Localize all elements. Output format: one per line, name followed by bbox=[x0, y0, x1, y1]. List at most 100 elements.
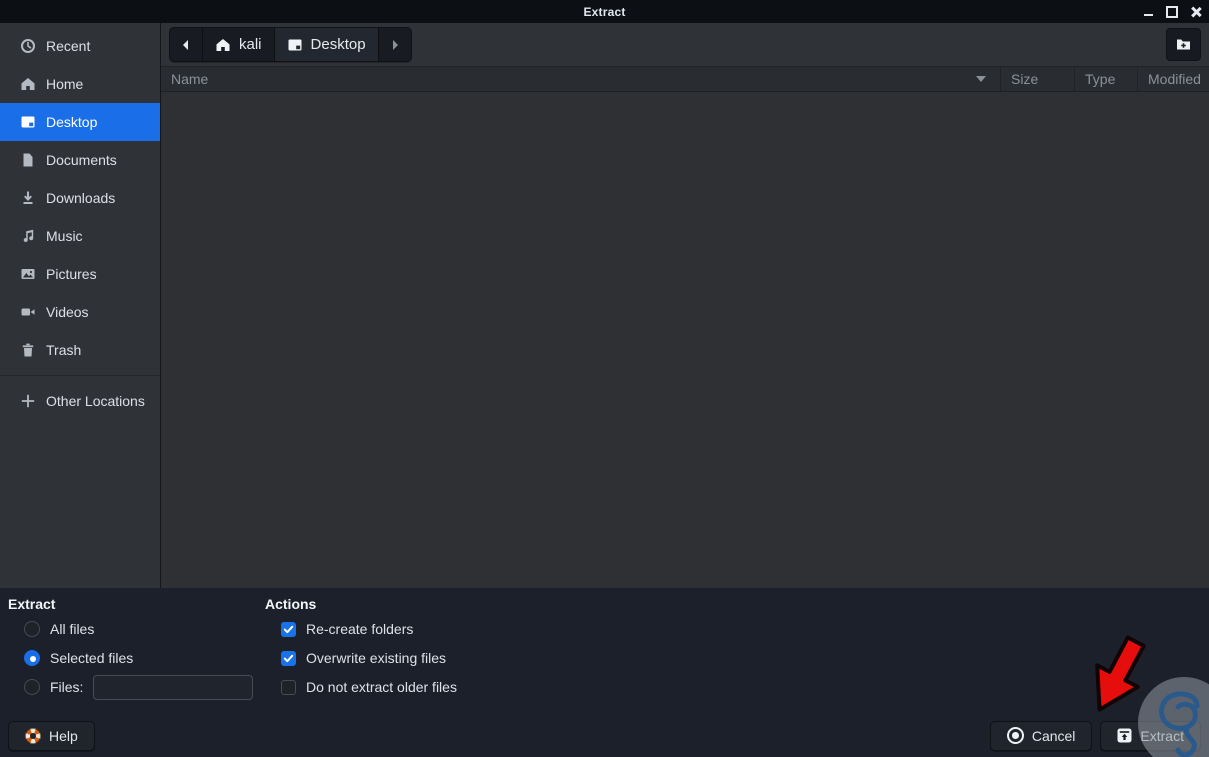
radio-label[interactable]: All files bbox=[50, 621, 94, 637]
archive-extract-icon bbox=[1117, 728, 1132, 743]
close-icon bbox=[1191, 7, 1201, 17]
titlebar[interactable]: Extract bbox=[0, 0, 1209, 23]
back-button[interactable] bbox=[170, 28, 203, 61]
sidebar-item-home[interactable]: Home bbox=[0, 65, 160, 103]
column-label: Modified bbox=[1148, 71, 1201, 87]
extract-button[interactable]: Extract bbox=[1100, 720, 1201, 751]
checkbox-overwrite-existing[interactable]: Overwrite existing files bbox=[281, 649, 457, 667]
sidebar-item-desktop[interactable]: Desktop bbox=[0, 103, 160, 141]
checkbox-label[interactable]: Overwrite existing files bbox=[306, 650, 446, 666]
window-controls bbox=[1141, 0, 1203, 23]
video-camera-icon bbox=[20, 304, 36, 320]
column-header-modified[interactable]: Modified bbox=[1137, 67, 1209, 91]
sort-descending-icon bbox=[976, 76, 986, 82]
checkbox-recreate-folders[interactable]: Re-create folders bbox=[281, 620, 457, 638]
sidebar-item-label: Videos bbox=[46, 304, 89, 320]
list-column-headers: Name Size Type Modified bbox=[161, 66, 1209, 92]
actions-group-title: Actions bbox=[265, 596, 317, 612]
folder-plus-icon bbox=[1175, 36, 1192, 53]
sidebar-item-label: Home bbox=[46, 76, 84, 92]
sidebar-item-label: Music bbox=[46, 228, 83, 244]
sidebar-item-label: Other Locations bbox=[46, 393, 145, 409]
download-icon bbox=[20, 190, 36, 206]
desktop-icon bbox=[287, 37, 303, 53]
document-icon bbox=[20, 152, 36, 168]
sidebar-item-pictures[interactable]: Pictures bbox=[0, 255, 160, 293]
sidebar-item-label: Downloads bbox=[46, 190, 116, 206]
file-list-area[interactable] bbox=[161, 92, 1209, 588]
cancel-button-label: Cancel bbox=[1031, 727, 1076, 744]
checkbox-checked[interactable] bbox=[281, 621, 296, 637]
extract-group-title: Extract bbox=[8, 596, 56, 612]
sidebar-item-other-locations[interactable]: Other Locations bbox=[0, 382, 160, 420]
clock-icon bbox=[20, 38, 36, 54]
breadcrumb-home-kali[interactable]: kali bbox=[203, 28, 275, 61]
extract-options-panel: Extract All files Selected files Files: … bbox=[0, 588, 1209, 714]
home-icon bbox=[20, 76, 36, 92]
minimize-icon bbox=[1143, 13, 1153, 16]
extract-button-label: Extract bbox=[1140, 727, 1184, 744]
radio-selected-files[interactable]: Selected files bbox=[24, 649, 265, 667]
home-icon bbox=[215, 37, 231, 53]
column-header-name[interactable]: Name bbox=[161, 67, 1000, 91]
breadcrumb-label: Desktop bbox=[310, 36, 366, 53]
radio-all-files[interactable]: All files bbox=[24, 620, 265, 638]
close-button[interactable] bbox=[1189, 5, 1203, 19]
trash-icon bbox=[20, 342, 36, 358]
extract-group: Extract All files Selected files Files: bbox=[8, 596, 265, 714]
radio-files[interactable]: Files: bbox=[24, 674, 265, 700]
radio-button-selected[interactable] bbox=[24, 650, 40, 666]
checkbox-no-extract-older[interactable]: Do not extract older files bbox=[281, 678, 457, 696]
column-header-type[interactable]: Type bbox=[1074, 67, 1137, 91]
sidebar-item-downloads[interactable]: Downloads bbox=[0, 179, 160, 217]
sidebar-item-label: Desktop bbox=[46, 114, 98, 130]
window-title: Extract bbox=[583, 4, 626, 19]
column-label: Type bbox=[1085, 71, 1116, 87]
forward-button[interactable] bbox=[379, 28, 411, 61]
sidebar-item-music[interactable]: Music bbox=[0, 217, 160, 255]
minimize-button[interactable] bbox=[1141, 5, 1155, 19]
help-button[interactable]: Help bbox=[8, 720, 95, 751]
cancel-button[interactable]: Cancel bbox=[989, 720, 1093, 751]
column-header-size[interactable]: Size bbox=[1000, 67, 1074, 91]
breadcrumb-desktop[interactable]: Desktop bbox=[274, 28, 379, 61]
maximize-icon bbox=[1166, 5, 1178, 18]
places-sidebar: Recent Home Desktop Documents Downloads bbox=[0, 23, 161, 588]
checkbox-label[interactable]: Do not extract older files bbox=[306, 679, 457, 695]
sidebar-item-videos[interactable]: Videos bbox=[0, 293, 160, 331]
picture-icon bbox=[20, 266, 36, 282]
dialog-footer: Help Cancel Extract bbox=[0, 714, 1209, 757]
extract-dialog-window: Extract Recent Home Desktop Documents Do… bbox=[0, 0, 1209, 757]
radio-label[interactable]: Files: bbox=[50, 679, 83, 695]
checkbox-unchecked[interactable] bbox=[281, 679, 296, 695]
actions-group: Actions Re-create folders Overwrite exis… bbox=[265, 596, 457, 714]
breadcrumb: kali Desktop bbox=[169, 27, 412, 62]
maximize-button[interactable] bbox=[1165, 5, 1179, 19]
sidebar-item-label: Recent bbox=[46, 38, 91, 54]
new-folder-button[interactable] bbox=[1166, 28, 1201, 61]
files-pattern-input[interactable] bbox=[93, 674, 254, 700]
sidebar-item-trash[interactable]: Trash bbox=[0, 331, 160, 369]
help-button-label: Help bbox=[49, 727, 78, 744]
radio-button[interactable] bbox=[24, 621, 40, 637]
path-toolbar: kali Desktop bbox=[161, 23, 1209, 66]
sidebar-item-label: Trash bbox=[46, 342, 82, 358]
cancel-circle-icon bbox=[1006, 727, 1024, 744]
chevron-right-icon bbox=[387, 37, 403, 53]
sidebar-separator bbox=[0, 375, 160, 376]
checkbox-checked[interactable] bbox=[281, 650, 296, 666]
lifebuoy-help-icon bbox=[25, 727, 41, 744]
sidebar-item-label: Documents bbox=[46, 152, 117, 168]
column-label: Name bbox=[171, 71, 209, 87]
checkbox-label[interactable]: Re-create folders bbox=[306, 621, 413, 637]
breadcrumb-label: kali bbox=[239, 36, 262, 53]
radio-label[interactable]: Selected files bbox=[50, 650, 133, 666]
sidebar-item-documents[interactable]: Documents bbox=[0, 141, 160, 179]
radio-button[interactable] bbox=[24, 679, 40, 695]
chevron-left-icon bbox=[178, 37, 194, 53]
sidebar-item-label: Pictures bbox=[46, 266, 97, 282]
desktop-icon bbox=[20, 114, 36, 130]
column-label: Size bbox=[1011, 71, 1039, 87]
plus-icon bbox=[20, 393, 36, 409]
sidebar-item-recent[interactable]: Recent bbox=[0, 27, 160, 65]
